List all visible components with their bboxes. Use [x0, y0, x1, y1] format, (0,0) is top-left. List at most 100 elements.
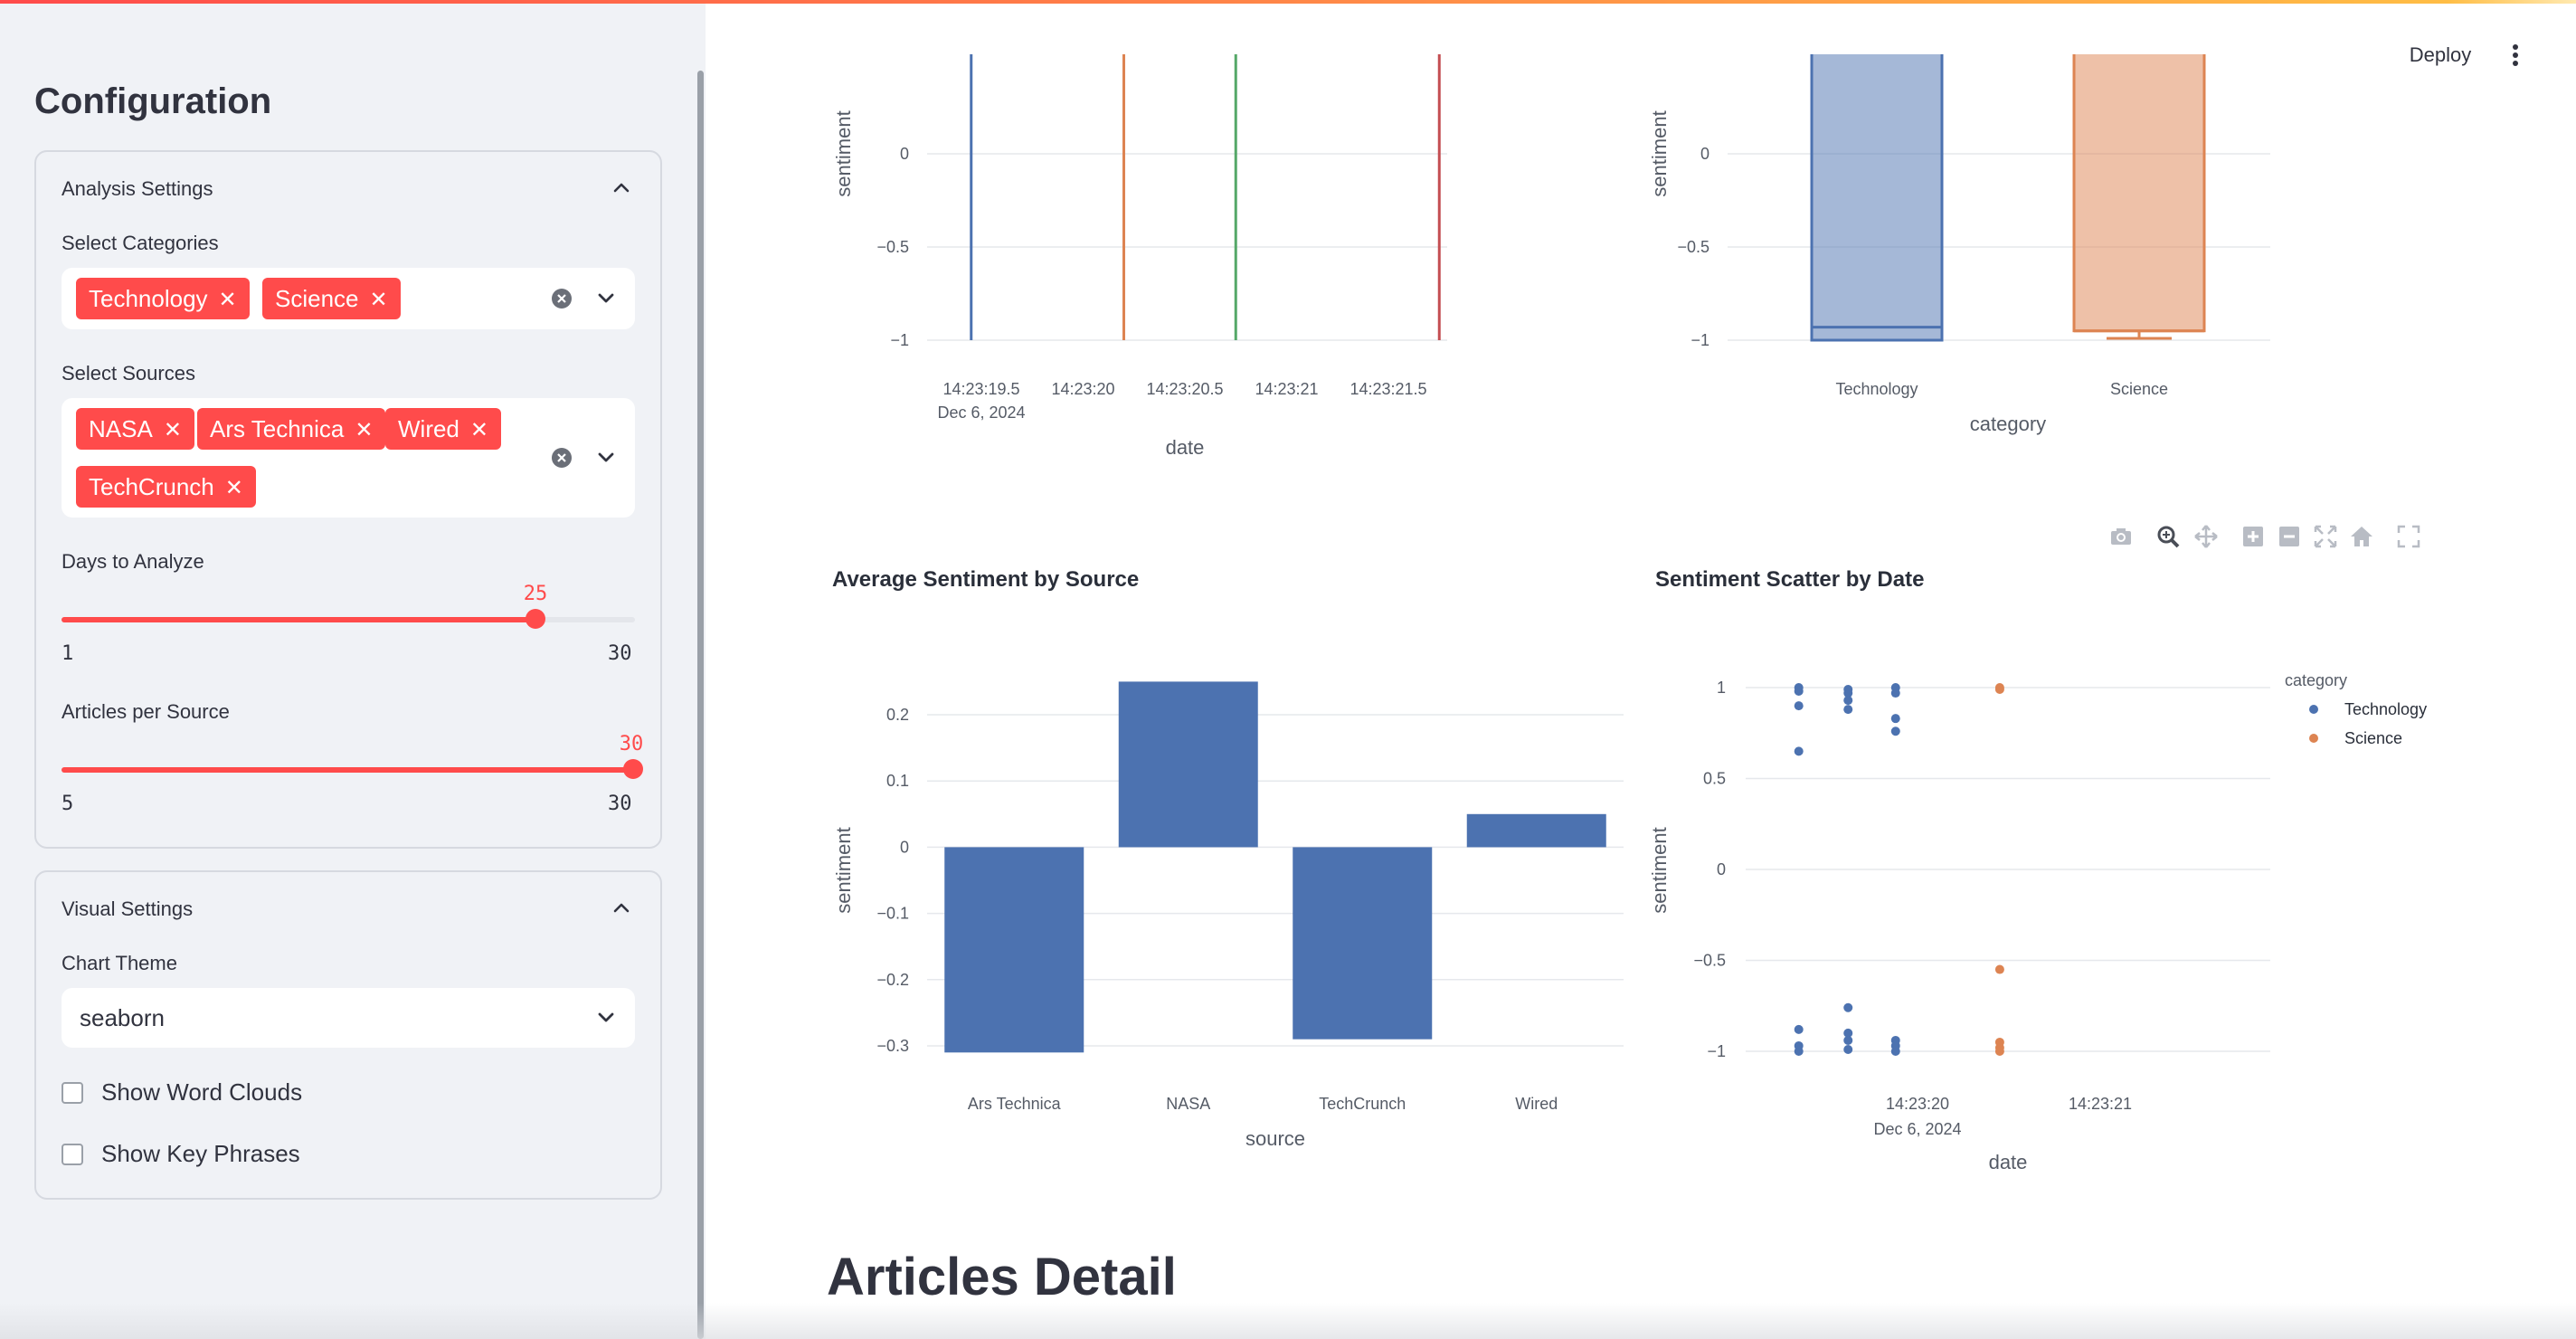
chevron-down-icon[interactable]: [593, 1005, 619, 1030]
remove-tag-icon[interactable]: ✕: [470, 418, 488, 442]
chart3-title: Average Sentiment by Source: [832, 567, 1139, 592]
days-slider-value: 25: [523, 583, 548, 605]
categories-multiselect[interactable]: Technology ✕ Science ✕: [62, 268, 635, 329]
chart4-point: [1794, 1047, 1804, 1056]
chart4-point: [1890, 714, 1900, 724]
chart1-y-tick: −1: [890, 331, 909, 349]
chevron-down-icon[interactable]: [593, 445, 619, 470]
chart2-box: [2072, 54, 2206, 333]
chart3-y-tick: 0.1: [886, 772, 909, 790]
sources-label: Select Sources: [62, 362, 195, 385]
source-tag-ars-technica: Ars Technica ✕: [197, 408, 386, 450]
chart1-x-tick: 14:23:20.5: [1146, 380, 1223, 398]
chart3-y-tick: 0: [900, 838, 909, 856]
chart4-x-tick: 14:23:21: [2069, 1095, 2132, 1113]
remove-tag-icon[interactable]: ✕: [370, 288, 388, 312]
chart4-legend-marker: [2309, 705, 2318, 714]
chart3-bar: [1466, 813, 1606, 848]
chart4-point: [1843, 1044, 1853, 1054]
clear-all-icon[interactable]: [550, 287, 573, 310]
chart4-point: [1890, 1047, 1900, 1056]
bottom-shadow: [0, 1303, 2576, 1339]
chart3-x-tick: TechCrunch: [1319, 1095, 1406, 1113]
analysis-settings-header[interactable]: Analysis Settings: [62, 177, 213, 201]
sidebar-scrollbar[interactable]: [697, 71, 704, 1339]
clear-all-icon[interactable]: [550, 446, 573, 470]
chart-theme-select[interactable]: seaborn: [62, 988, 635, 1048]
chart1-y-tick: 0: [900, 145, 909, 163]
chart4-point: [1843, 705, 1853, 715]
chart4-y-tick: −0.5: [1693, 952, 1726, 970]
chart3-x-label: source: [1245, 1127, 1305, 1150]
remove-tag-icon[interactable]: ✕: [219, 288, 237, 312]
chart1-x-tick: 14:23:19.5: [942, 380, 1019, 398]
chart-theme-label: Chart Theme: [62, 952, 177, 974]
chart2-y-tick: −1: [1690, 331, 1709, 349]
articles-label: Articles per Source: [62, 700, 230, 723]
chart3-y-tick: 0.2: [886, 706, 909, 724]
word-clouds-label[interactable]: Show Word Clouds: [101, 1078, 302, 1106]
chart2-x-tick: Science: [2110, 380, 2168, 398]
chart4-point: [1843, 1002, 1853, 1012]
chart4-legend-marker: [2309, 734, 2318, 743]
key-phrases-label[interactable]: Show Key Phrases: [101, 1140, 300, 1168]
chart4-point: [1890, 726, 1900, 736]
chart2-x-tick: Technology: [1835, 380, 1918, 398]
chart2-y-label: sentiment: [1648, 110, 1671, 196]
chart1-x-tick: 14:23:21: [1255, 380, 1318, 398]
chart3-y-tick: −0.3: [876, 1037, 909, 1055]
remove-tag-icon[interactable]: ✕: [225, 476, 243, 500]
visual-settings-header[interactable]: Visual Settings: [62, 897, 193, 921]
chart4-point: [1794, 1024, 1804, 1034]
articles-slider-value: 30: [619, 733, 644, 755]
category-tag-science: Science ✕: [262, 278, 401, 319]
articles-slider[interactable]: [62, 759, 643, 779]
chevron-up-icon[interactable]: [608, 174, 635, 201]
chart3-x-tick: NASA: [1166, 1095, 1210, 1113]
chart3-bar: [944, 847, 1084, 1053]
source-tag-wired: Wired ✕: [385, 408, 502, 450]
chart4-legend-label: Science: [2344, 729, 2402, 747]
articles-slider-fill: [62, 767, 635, 773]
articles-min: 5: [62, 793, 74, 815]
chart4-point: [1994, 685, 2004, 695]
chart1-y-label: sentiment: [832, 110, 855, 196]
chart4-title: Sentiment Scatter by Date: [1655, 567, 1924, 592]
chart3-y-tick: −0.2: [876, 971, 909, 989]
chart4-y-tick: 1: [1717, 679, 1726, 697]
chart4-point: [1794, 746, 1804, 756]
chart4-x-date-label: Dec 6, 2024: [1873, 1120, 1961, 1138]
chart3-x-tick: Ars Technica: [968, 1095, 1062, 1113]
articles-detail-heading: Articles Detail: [827, 1248, 1177, 1306]
sidebar-title: Configuration: [34, 81, 272, 121]
remove-tag-icon[interactable]: ✕: [355, 418, 373, 442]
chart4-point: [1890, 688, 1900, 698]
chart1-y-tick: −0.5: [876, 238, 909, 256]
chart1-x-date-label: Dec 6, 2024: [937, 404, 1025, 422]
chart4-point: [1843, 1035, 1853, 1045]
chart1-x-label: date: [1166, 436, 1205, 459]
chevron-down-icon[interactable]: [593, 286, 619, 311]
chevron-up-icon[interactable]: [608, 894, 635, 921]
days-label: Days to Analyze: [62, 550, 204, 573]
chart2-y-tick: −0.5: [1677, 238, 1709, 256]
chart4-y-label: sentiment: [1648, 827, 1671, 913]
days-slider[interactable]: [62, 609, 635, 629]
chart2-box: [1810, 54, 1944, 342]
days-max: 30: [608, 642, 632, 665]
chart4-point: [1994, 1047, 2004, 1056]
articles-max: 30: [608, 793, 632, 815]
sources-multiselect[interactable]: NASA ✕ Ars Technica ✕ Wired ✕ TechCrunch ✕: [62, 398, 635, 518]
articles-slider-thumb[interactable]: [623, 759, 643, 779]
analysis-settings-panel: Analysis Settings Select Categories Tech…: [34, 150, 662, 849]
days-slider-thumb[interactable]: [526, 609, 545, 629]
chart1-x-tick: 14:23:21.5: [1350, 380, 1426, 398]
chart1-x-tick: 14:23:20: [1051, 380, 1114, 398]
source-tag-nasa: NASA ✕: [76, 408, 194, 450]
word-clouds-checkbox[interactable]: [62, 1082, 83, 1104]
tag-label: Technology: [89, 285, 208, 312]
chart4-legend-title: category: [2285, 671, 2347, 689]
remove-tag-icon[interactable]: ✕: [164, 418, 182, 442]
key-phrases-checkbox[interactable]: [62, 1144, 83, 1165]
chart4-y-tick: −1: [1707, 1042, 1726, 1060]
